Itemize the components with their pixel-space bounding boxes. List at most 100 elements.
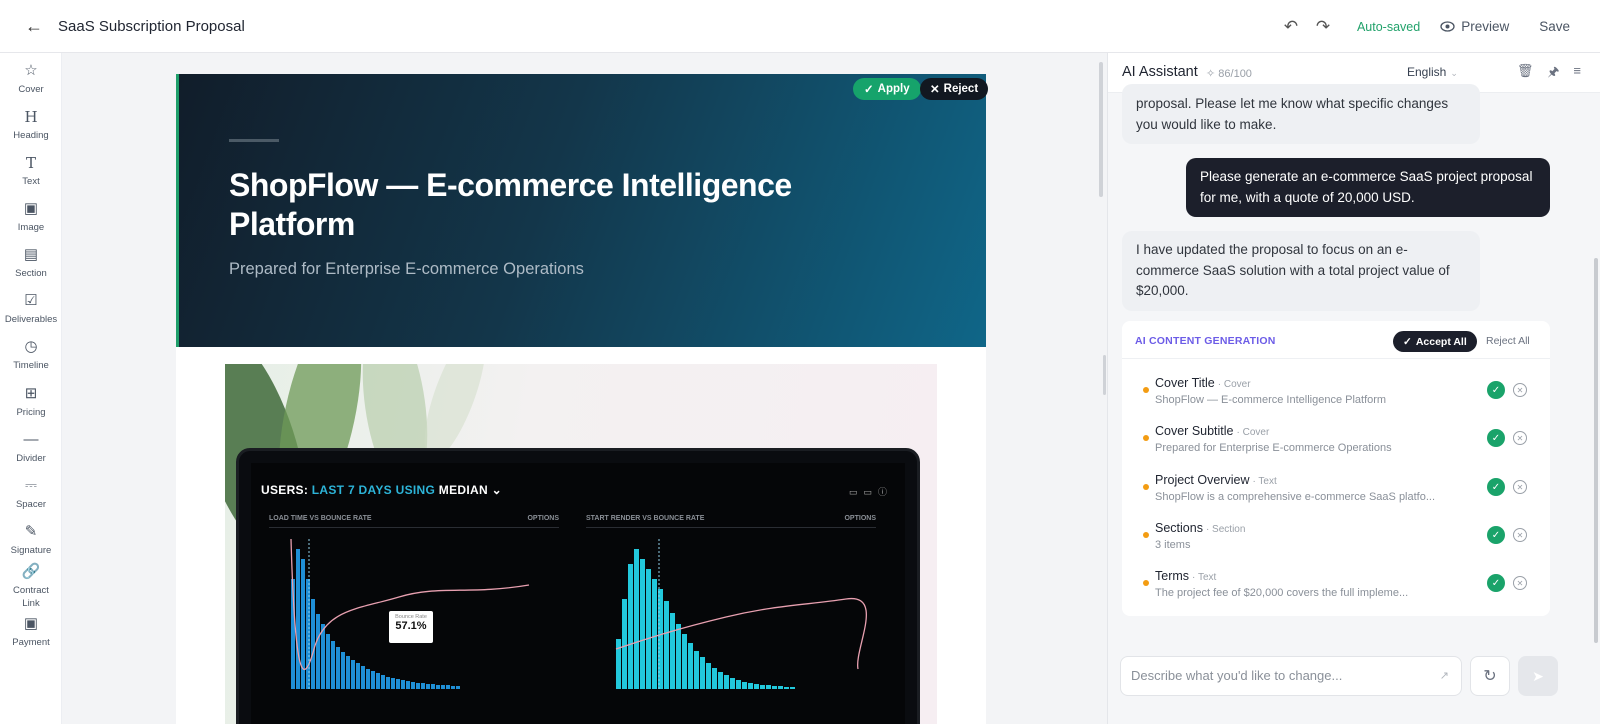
accept-all-button[interactable]: ✓ Accept All bbox=[1393, 331, 1477, 352]
refresh-button[interactable]: ↻ bbox=[1470, 656, 1510, 696]
apply-button[interactable]: ✓ Apply bbox=[853, 78, 921, 100]
tool-section[interactable]: ▤ Section bbox=[0, 246, 62, 280]
accept-item-check-icon[interactable]: ✓ bbox=[1487, 526, 1505, 544]
trash-icon[interactable]: 🗑 bbox=[1517, 63, 1534, 85]
ai-panel-title: AI Assistant bbox=[1122, 64, 1198, 80]
divider-icon: — bbox=[23, 431, 39, 448]
cover-block[interactable]: ShopFlow — E-commerce Intelligence Platf… bbox=[176, 74, 989, 347]
generation-item-value: Prepared for Enterprise E-commerce Opera… bbox=[1155, 442, 1392, 454]
checkbox-icon: ☑ bbox=[24, 292, 38, 309]
pin-icon[interactable]: 🖈 bbox=[1547, 63, 1559, 85]
panel-resize-handle[interactable] bbox=[1103, 355, 1106, 395]
tool-signature[interactable]: ✎ Signature bbox=[0, 523, 62, 557]
send-icon: ➤ bbox=[1532, 667, 1544, 684]
reject-item-close-icon[interactable]: ✕ bbox=[1513, 431, 1527, 445]
heading-icon: H bbox=[24, 108, 38, 126]
item-type: · Text bbox=[1192, 572, 1217, 583]
ai-panel-scrollbar[interactable] bbox=[1594, 258, 1598, 643]
prompt-placeholder: Describe what you'd like to change... bbox=[1131, 668, 1343, 683]
generation-item-name: Cover Subtitle · Cover bbox=[1155, 424, 1269, 438]
generation-item-value: ShopFlow is a comprehensive e-commerce S… bbox=[1155, 491, 1436, 503]
tool-label: Deliverables bbox=[4, 314, 58, 325]
generation-item: Cover Subtitle · Cover Prepared for Enter… bbox=[1122, 419, 1550, 465]
tool-deliverables[interactable]: ☑ Deliverables bbox=[0, 292, 62, 326]
ai-content-generation-card: AI CONTENT GENERATION ✓ Accept All Rejec… bbox=[1122, 321, 1550, 616]
reject-item-close-icon[interactable]: ✕ bbox=[1513, 480, 1527, 494]
panel-options: OPTIONS bbox=[527, 515, 559, 522]
tool-image[interactable]: ▣ Image bbox=[0, 200, 62, 234]
tool-spacer[interactable]: ⎓ Spacer bbox=[0, 477, 62, 511]
tool-divider[interactable]: — Divider bbox=[0, 431, 62, 465]
back-arrow-icon[interactable]: ← bbox=[20, 12, 48, 40]
reject-item-close-icon[interactable]: ✕ bbox=[1513, 383, 1527, 397]
tool-cover[interactable]: ☆ Cover bbox=[0, 62, 62, 96]
tool-payment[interactable]: ▣ Payment bbox=[0, 615, 62, 649]
tool-label: Cover bbox=[18, 84, 44, 95]
screen-heading-prefix: USERS: bbox=[261, 483, 309, 497]
editor-canvas[interactable]: ShopFlow — E-commerce Intelligence Platf… bbox=[62, 53, 1102, 724]
item-name: Cover Title bbox=[1155, 376, 1215, 390]
pending-dot bbox=[1143, 387, 1149, 393]
document-title[interactable]: SaaS Subscription Proposal bbox=[58, 18, 245, 35]
screen-heading-highlight: LAST 7 DAYS bbox=[311, 483, 392, 497]
generation-item-name: Terms · Text bbox=[1155, 569, 1216, 583]
settings-sliders-icon[interactable]: ≡ bbox=[1573, 63, 1581, 85]
ai-prompt-input[interactable]: Describe what you'd like to change... ↗ bbox=[1120, 656, 1462, 696]
reject-item-close-icon[interactable]: ✕ bbox=[1513, 528, 1527, 542]
pending-dot bbox=[1143, 484, 1149, 490]
star-icon: ☆ bbox=[24, 62, 38, 79]
reject-button[interactable]: ✕ Reject bbox=[920, 78, 989, 100]
proposal-page: ShopFlow — E-commerce Intelligence Platf… bbox=[176, 74, 989, 724]
cover-image[interactable]: USERS: LAST 7 DAYS USING MEDIAN ⌄ ▭▭ⓘ LO… bbox=[225, 364, 937, 724]
generation-item-value: 3 items bbox=[1155, 539, 1191, 551]
generation-header: AI CONTENT GENERATION ✓ Accept All Rejec… bbox=[1122, 321, 1550, 359]
sparkle-icon: ✧ bbox=[1206, 68, 1216, 80]
accept-item-check-icon[interactable]: ✓ bbox=[1487, 574, 1505, 592]
preview-button[interactable]: Preview bbox=[1440, 19, 1509, 34]
language-value: English bbox=[1407, 65, 1447, 79]
language-select[interactable]: English ⌄ bbox=[1407, 65, 1458, 79]
tool-label: Spacer bbox=[15, 499, 47, 510]
accept-item-check-icon[interactable]: ✓ bbox=[1487, 381, 1505, 399]
save-button[interactable]: Save bbox=[1539, 19, 1570, 34]
cover-title[interactable]: ShopFlow — E-commerce Intelligence Platf… bbox=[229, 166, 869, 244]
tooltip-value: 57.1% bbox=[395, 620, 427, 632]
ai-quota: ✧ 86/100 bbox=[1206, 67, 1252, 80]
tool-heading[interactable]: H Heading bbox=[0, 108, 62, 142]
panel-title: START RENDER VS BOUNCE RATE bbox=[586, 515, 705, 522]
tool-label: Payment bbox=[12, 637, 50, 648]
canvas-scrollbar[interactable] bbox=[1099, 62, 1103, 197]
screen-panel-right: START RENDER VS BOUNCE RATE OPTIONS bbox=[586, 515, 876, 715]
generation-item-value: ShopFlow — E-commerce Intelligence Platf… bbox=[1155, 394, 1387, 406]
clock-icon: ◷ bbox=[24, 338, 38, 355]
eye-icon bbox=[1440, 21, 1455, 32]
redo-icon[interactable]: ↷ bbox=[1309, 13, 1337, 41]
pending-dot bbox=[1143, 580, 1149, 586]
cover-subtitle[interactable]: Prepared for Enterprise E-commerce Opera… bbox=[229, 260, 584, 279]
tool-timeline[interactable]: ◷ Timeline bbox=[0, 338, 62, 372]
tool-contract-link[interactable]: 🔗 Contract Link bbox=[0, 563, 62, 610]
ai-assistant-panel: AI Assistant ✧ 86/100 English ⌄ 🗑 🖈 ≡ pro… bbox=[1107, 53, 1600, 724]
apply-label: Apply bbox=[877, 83, 910, 95]
generation-item: Project Overview · Text ShopFlow is a com… bbox=[1122, 468, 1550, 514]
reject-label: Reject bbox=[943, 83, 979, 95]
expand-icon[interactable]: ↗ bbox=[1440, 657, 1449, 695]
accept-item-check-icon[interactable]: ✓ bbox=[1487, 429, 1505, 447]
tool-label: Image bbox=[17, 222, 45, 233]
tool-label: Text bbox=[22, 176, 40, 187]
accept-item-check-icon[interactable]: ✓ bbox=[1487, 478, 1505, 496]
check-icon: ✓ bbox=[1403, 335, 1412, 348]
send-button[interactable]: ➤ bbox=[1518, 656, 1558, 696]
reject-item-close-icon[interactable]: ✕ bbox=[1513, 576, 1527, 590]
generation-item-value: The project fee of $20,000 covers the fu… bbox=[1155, 587, 1409, 599]
panel-options: OPTIONS bbox=[844, 515, 876, 522]
undo-icon[interactable]: ↶ bbox=[1277, 13, 1305, 41]
tool-label: Timeline bbox=[13, 360, 49, 371]
tool-text[interactable]: T Text bbox=[0, 154, 62, 188]
tool-pricing[interactable]: ⊞ Pricing bbox=[0, 385, 62, 419]
preview-label: Preview bbox=[1461, 19, 1510, 34]
reject-all-button[interactable]: Reject All bbox=[1486, 335, 1530, 347]
screen-icons: ▭▭ⓘ bbox=[848, 487, 893, 497]
screen-heading: USERS: LAST 7 DAYS USING MEDIAN ⌄ bbox=[261, 483, 502, 497]
tool-label: Contract Link bbox=[13, 585, 49, 609]
